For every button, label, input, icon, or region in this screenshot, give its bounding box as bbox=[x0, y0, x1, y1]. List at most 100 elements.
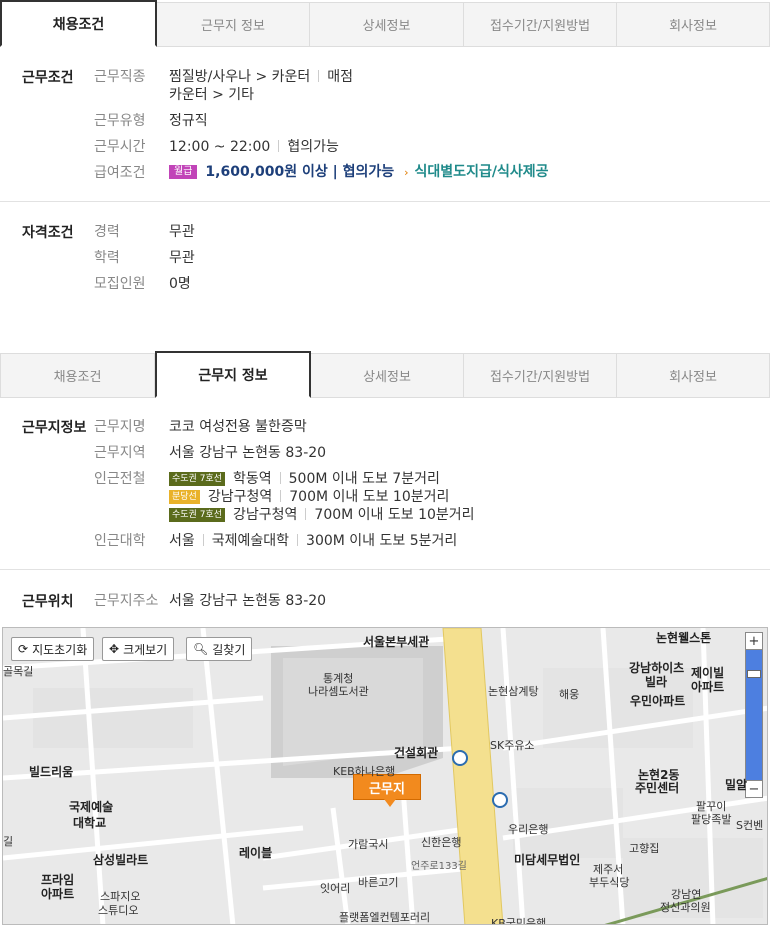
job-value: 찜질방/사우나 > 카운터 매점 bbox=[169, 66, 353, 86]
map-label: SK주유소 bbox=[490, 739, 535, 752]
education-value: 무관 bbox=[169, 250, 195, 266]
workplace-area-label: 근무지역 bbox=[94, 445, 146, 461]
search-icon: 🔍︎ bbox=[193, 642, 209, 656]
map-label: 국제예술 bbox=[69, 800, 114, 814]
map-label: KB국민은행 bbox=[491, 917, 547, 925]
subway-station: 학동역 bbox=[233, 471, 272, 487]
map-label: 팔당족발 bbox=[691, 813, 732, 826]
zoom-in-button[interactable]: + bbox=[745, 632, 763, 650]
job-category-3: 카운터 > 기타 bbox=[169, 87, 255, 103]
subway-distance: 700M 이내 도보 10분거리 bbox=[289, 489, 450, 505]
tab-workplace-info-2[interactable]: 근무지 정보 bbox=[155, 351, 311, 398]
workplace-info-title: 근무지정보 bbox=[22, 420, 87, 436]
map-label: 부두식당 bbox=[589, 876, 630, 889]
subway-label: 인근전철 bbox=[94, 471, 146, 487]
move-icon: ✥ bbox=[109, 642, 120, 656]
education-label: 학력 bbox=[94, 250, 120, 266]
map-label: 나라셈도서관 bbox=[308, 685, 369, 698]
tab-detail-info-2[interactable]: 상세정보 bbox=[311, 353, 464, 398]
type-value: 정규직 bbox=[169, 113, 208, 129]
map-reset-button[interactable]: ⟳ 지도초기화 bbox=[11, 637, 95, 661]
map-label: 미담세무법인 bbox=[514, 853, 581, 867]
map-label: 가람국시 bbox=[348, 838, 389, 851]
type-label: 근무유형 bbox=[94, 113, 146, 129]
map-label: 아파트 bbox=[41, 887, 75, 901]
map-label: 대학교 bbox=[73, 816, 107, 830]
subway-line-badge: 수도권 7호선 bbox=[169, 508, 225, 522]
map-label: 스튜디오 bbox=[98, 904, 139, 917]
map-label: 빌라 bbox=[645, 675, 668, 689]
subway-line-badge: 분당선 bbox=[169, 490, 200, 504]
map-label: 고향집 bbox=[629, 842, 660, 855]
map-reset-label: 지도초기화 bbox=[32, 642, 88, 657]
tab-bar-top: 채용조건 근무지 정보 상세정보 접수기간/지원방법 회사정보 bbox=[0, 0, 770, 47]
subway-row-1: 수도권 7호선 학동역 500M 이내 도보 7분거리 bbox=[169, 468, 440, 488]
map-label: 건설회관 bbox=[394, 746, 439, 760]
address-label: 근무지주소 bbox=[94, 593, 159, 609]
subway-distance: 700M 이내 도보 10분거리 bbox=[314, 507, 475, 523]
tab-application-period-2[interactable]: 접수기간/지원방법 bbox=[464, 353, 617, 398]
map-enlarge-button[interactable]: ✥ 크게보기 bbox=[102, 637, 175, 661]
map-route-label: 길찾기 bbox=[212, 642, 246, 657]
map-label: 아파트 bbox=[691, 680, 725, 694]
map-label: 길 bbox=[3, 835, 14, 848]
map-label: 삼성빌라트 bbox=[93, 853, 149, 867]
zoom-slider[interactable] bbox=[745, 650, 763, 780]
map-label: 바른고기 bbox=[358, 876, 399, 889]
map-label: 골목길 bbox=[3, 665, 34, 678]
map-zoom-control: + − bbox=[745, 632, 763, 802]
map-label: 우민아파트 bbox=[630, 694, 686, 708]
map-label: 플랫폼엘컨템포러리 bbox=[339, 911, 431, 924]
pay-type-badge: 월급 bbox=[169, 165, 198, 179]
tab-hiring-conditions-2[interactable]: 채용조건 bbox=[0, 353, 155, 398]
headcount-value: 0명 bbox=[169, 276, 191, 292]
zoom-slider-thumb[interactable] bbox=[747, 670, 761, 678]
time-range: 12:00 ~ 22:00 bbox=[169, 139, 271, 155]
subway-distance: 500M 이내 도보 7분거리 bbox=[288, 471, 440, 487]
map-label: 신한은행 bbox=[421, 836, 462, 849]
refresh-icon: ⟳ bbox=[18, 642, 29, 656]
pay-value-row: 월급 1,600,000원 이상 | 협의가능 › 식대별도지급/식사제공 bbox=[169, 161, 548, 181]
workplace-name-label: 근무지명 bbox=[94, 419, 146, 435]
qualification-title: 자격조건 bbox=[22, 225, 74, 241]
career-label: 경력 bbox=[94, 224, 120, 240]
address-value: 서울 강남구 논현동 83-20 bbox=[169, 593, 327, 609]
pay-label: 급여조건 bbox=[94, 165, 146, 181]
map-label: 언주로133길 bbox=[411, 861, 467, 872]
university-name: 국제예술대학 bbox=[211, 533, 290, 549]
workplace-area-value: 서울 강남구 논현동 83-20 bbox=[169, 445, 327, 461]
job-category-1: 찜질방/사우나 > 카운터 bbox=[169, 69, 311, 85]
tab-company-info[interactable]: 회사정보 bbox=[617, 2, 770, 47]
map-label: 빌드리움 bbox=[29, 765, 74, 779]
tab-hiring-conditions[interactable]: 채용조건 bbox=[0, 0, 157, 47]
zoom-out-button[interactable]: − bbox=[745, 780, 763, 798]
tab-detail-info[interactable]: 상세정보 bbox=[310, 2, 464, 47]
university-region: 서울 bbox=[169, 533, 195, 549]
tab-workplace-info[interactable]: 근무지 정보 bbox=[157, 2, 310, 47]
workplace-name-value: 코코 여성전용 불한증막 bbox=[169, 419, 307, 435]
map-label: S컨벤 bbox=[736, 819, 764, 832]
subway-row-3: 수도권 7호선 강남구청역 700M 이내 도보 10분거리 bbox=[169, 504, 475, 524]
university-distance: 300M 이내 도보 5분거리 bbox=[306, 533, 458, 549]
work-location-title: 근무위치 bbox=[22, 594, 74, 610]
map-label: 잇어리 bbox=[320, 882, 351, 895]
tab-application-period[interactable]: 접수기간/지원방법 bbox=[464, 2, 617, 47]
map-route-button[interactable]: 🔍︎ 길찾기 bbox=[186, 637, 253, 661]
work-conditions-title: 근무조건 bbox=[22, 70, 74, 86]
map-label: 우리은행 bbox=[508, 823, 549, 836]
map-label: 정신과의원 bbox=[660, 901, 711, 914]
map-label: 논현삼계탕 bbox=[488, 685, 539, 698]
map-label: 논현웰스톤 bbox=[656, 631, 712, 645]
map-label: KEB하나은행 bbox=[333, 765, 396, 778]
subway-line-badge: 수도권 7호선 bbox=[169, 472, 225, 486]
tab-company-info-2[interactable]: 회사정보 bbox=[617, 353, 770, 398]
map-view[interactable]: ⟳ 지도초기화 ✥ 크게보기 🔍︎ 길찾기 + − 근무지 서울본부세관 논현웰스톤 … bbox=[2, 627, 768, 925]
tab-bar-workplace: 채용조건 근무지 정보 상세정보 접수기간/지원방법 회사정보 bbox=[0, 351, 770, 398]
map-label: 주민센터 bbox=[635, 781, 680, 795]
divider bbox=[0, 569, 770, 570]
job-category-2: 매점 bbox=[327, 69, 354, 85]
meal-info: 식대별도지급/식사제공 bbox=[414, 164, 549, 180]
salary-value: 1,600,000원 이상 | 협의가능 bbox=[205, 164, 395, 180]
subway-row-2: 분당선 강남구청역 700M 이내 도보 10분거리 bbox=[169, 486, 449, 506]
map-label: 밀알 bbox=[725, 778, 748, 792]
